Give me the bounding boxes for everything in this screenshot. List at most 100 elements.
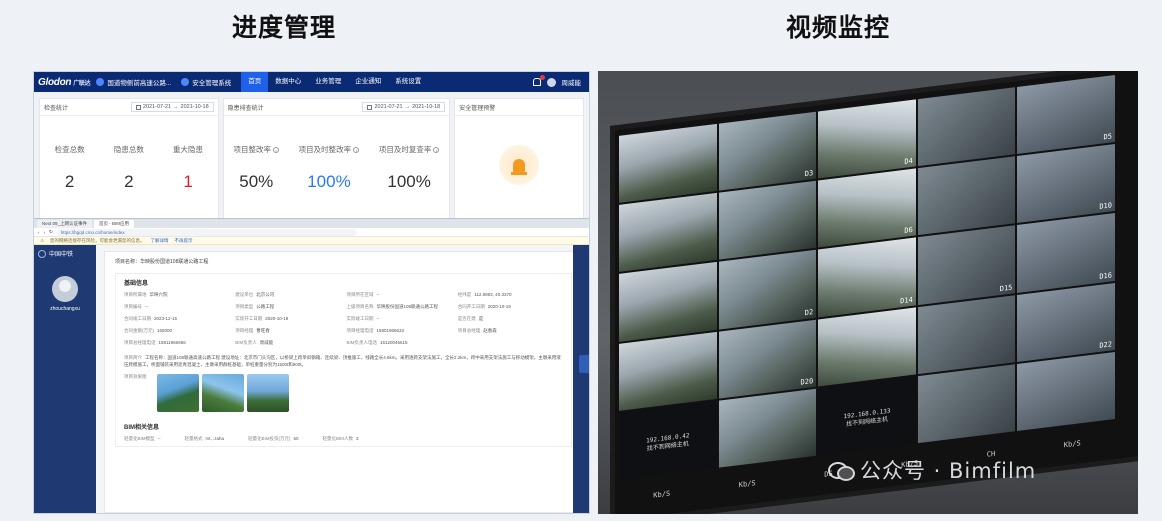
camera-label: D14 (900, 295, 913, 305)
bim-section-title: BIM相关信息 (124, 425, 159, 431)
camera-feed[interactable]: D16 (1017, 213, 1115, 293)
date-range-picker[interactable]: 2021-07-21 → 2021-10-18 (362, 102, 446, 112)
camera-feed[interactable] (917, 364, 1016, 444)
address-bar: ‹ › ↻ https://bgqd.cmo.cn/home/index (34, 228, 589, 237)
project-name: 项目名称：华映股份国道108联通公路工程 (115, 259, 209, 265)
watermark: 公众号 · Bimfilm (828, 455, 1036, 485)
camera-feed[interactable]: D5 (1017, 74, 1115, 155)
info-icon[interactable]: i (433, 147, 440, 154)
camera-feed[interactable] (619, 262, 717, 342)
user-name[interactable]: 周威能 (562, 77, 582, 87)
url-field[interactable]: https://bgqd.cmo.cn/home/index (56, 228, 357, 236)
heading-progress-management: 进度管理 (232, 13, 337, 42)
warning-dismiss-link[interactable]: 不再提示 (175, 238, 193, 244)
card-title: 检查统计 (44, 105, 69, 112)
camera-feed[interactable] (619, 331, 717, 411)
camera-label: D10 (1099, 201, 1112, 212)
stat-value: 100% (307, 172, 351, 191)
camera-feed[interactable]: 192.168.0.133 找不到网络主机 (818, 376, 916, 456)
camera-feed[interactable] (1017, 351, 1115, 431)
info-field: BIM负责人 周威能 (235, 340, 274, 345)
camera-feed[interactable] (619, 193, 717, 273)
camera-label: D5 (1103, 132, 1112, 142)
camera-feed[interactable]: D22 (1017, 282, 1115, 362)
rail-toggle[interactable] (579, 355, 589, 373)
camera-feed[interactable]: D6 (818, 168, 916, 248)
security-warning-bar: ⚠ 您的网络连接存在风险，可能会泄漏您的信息。 了解详情 不再提示 (34, 237, 589, 245)
info-field: BIM负责人电话 15120046615 (346, 340, 408, 345)
info-icon[interactable]: i (353, 147, 360, 154)
right-rail (573, 245, 589, 513)
camera-feed[interactable] (917, 294, 1016, 375)
nav-tab-notices[interactable]: 企业通知 (348, 72, 388, 92)
camera-feed[interactable] (818, 307, 916, 387)
nav-tab-home[interactable]: 首页 (241, 72, 269, 92)
camera-feed[interactable]: D10 (1017, 144, 1115, 224)
camera-feed[interactable]: D3 (718, 111, 817, 191)
info-field: 建设单位 北京公司 (235, 292, 275, 297)
forward-icon[interactable]: › (44, 230, 46, 235)
camera-feed[interactable] (917, 156, 1016, 236)
camera-feed[interactable]: D2 (718, 250, 817, 330)
info-field: 项目总经理电话 15911966666 (124, 340, 186, 345)
stat-value: 2 (124, 172, 134, 191)
basic-info-section: 基础信息 项目所属地 华映六院 建设单位 北京公司 项目所在区域 -- 经纬度 112.898… (115, 273, 572, 447)
bim-fields: 轻量化BIM模型 -- 轻量格式 rvt, .zaha 轻量化BIM投资(万元) 50 轻量… (124, 436, 563, 442)
project-selector[interactable]: 国道物侧前高速公路... (96, 77, 171, 87)
camera-feed[interactable]: D15 (917, 225, 1016, 305)
project-image[interactable] (247, 374, 289, 412)
info-field: 实际竣工日期 -- (346, 316, 380, 321)
info-field: 合同竣工日期 2023-12-15 (124, 316, 178, 321)
back-icon[interactable]: ‹ (38, 230, 40, 235)
nav-tab-settings[interactable]: 系统设置 (388, 72, 428, 92)
calendar-icon (135, 104, 141, 110)
info-field: 经纬度 112.8983, 40.3370 (457, 292, 512, 297)
refresh-icon[interactable]: ↻ (49, 229, 53, 235)
stat-value: 1 (183, 172, 193, 191)
browser-tab[interactable]: Next 09_上网认证事件 (37, 220, 93, 228)
system-selector[interactable]: 安全管理系统 (181, 77, 231, 87)
info-field: 合同金额(万元) 165000 (124, 328, 173, 333)
images-label: 项目效果图 (124, 374, 147, 379)
date-range-picker[interactable]: 2021-07-21 → 2021-10-18 (130, 102, 214, 112)
crec-logo-icon (38, 249, 46, 258)
browser-tab-active[interactable]: 首页 - BIM应用 (94, 220, 135, 228)
video-monitor-photo: D3 D4 D5 D6 D10 D2 D14 D15 D16 D20 D22 192.168.0.42… (598, 71, 1138, 514)
user-avatar[interactable] (52, 276, 78, 302)
project-description: 项目简介 工程名称：国道108联通高速公路工程 建设地址：北京市门头沟区，以桥梁上… (124, 355, 561, 367)
bell-icon[interactable] (532, 75, 545, 86)
status-readout: Kb/S (1063, 439, 1081, 450)
nav-tab-data-center[interactable]: 数据中心 (268, 72, 308, 92)
camera-feed[interactable] (718, 388, 817, 468)
sidebar-user-name: zhouchangxu (50, 306, 80, 312)
stat-label: 重大隐患 (173, 145, 204, 154)
project-images: 项目效果图 (124, 374, 563, 412)
info-field: 项目经理 曹旺春 (235, 328, 270, 333)
project-image[interactable] (157, 374, 199, 412)
camera-feed[interactable] (917, 87, 1016, 167)
browser-window: Next 09_上网认证事件 首页 - BIM应用 ‹ › ↻ https://… (34, 218, 589, 513)
camera-label: D16 (1099, 270, 1112, 281)
camera-feed[interactable]: D4 (818, 99, 916, 179)
project-image[interactable] (202, 374, 244, 412)
offline-message: 192.168.0.42 找不到网络主机 (646, 432, 690, 453)
info-field: 项目类型 公路工程 (235, 304, 275, 309)
camera-feed[interactable]: D14 (818, 237, 916, 318)
info-icon[interactable]: i (273, 147, 280, 154)
glodon-logo: Glodon 广联达 (38, 76, 91, 88)
system-icon (181, 78, 190, 86)
nav-tab-business[interactable]: 业务管理 (308, 72, 348, 92)
calendar-icon (367, 104, 373, 110)
stat-label: 检查总数 (54, 145, 85, 154)
camera-feed[interactable]: D20 (718, 319, 817, 399)
warning-details-link[interactable]: 了解详情 (151, 238, 169, 244)
camera-feed[interactable]: 192.168.0.42 找不到网络主机 (619, 400, 717, 480)
camera-feed[interactable] (619, 123, 717, 204)
camera-feed[interactable] (718, 180, 817, 261)
user-avatar[interactable] (546, 77, 556, 87)
bim-app: 中国中铁 zhouchangxu 项目名称：华映股份国道108联通公路工程 基础… (34, 245, 589, 513)
stat-label: 项目整改率 i (233, 144, 280, 155)
brand-name: 中国中铁 (49, 252, 74, 258)
stat-label: 隐患总数 (113, 145, 144, 154)
card-title: 安全管理预警 (459, 105, 496, 112)
